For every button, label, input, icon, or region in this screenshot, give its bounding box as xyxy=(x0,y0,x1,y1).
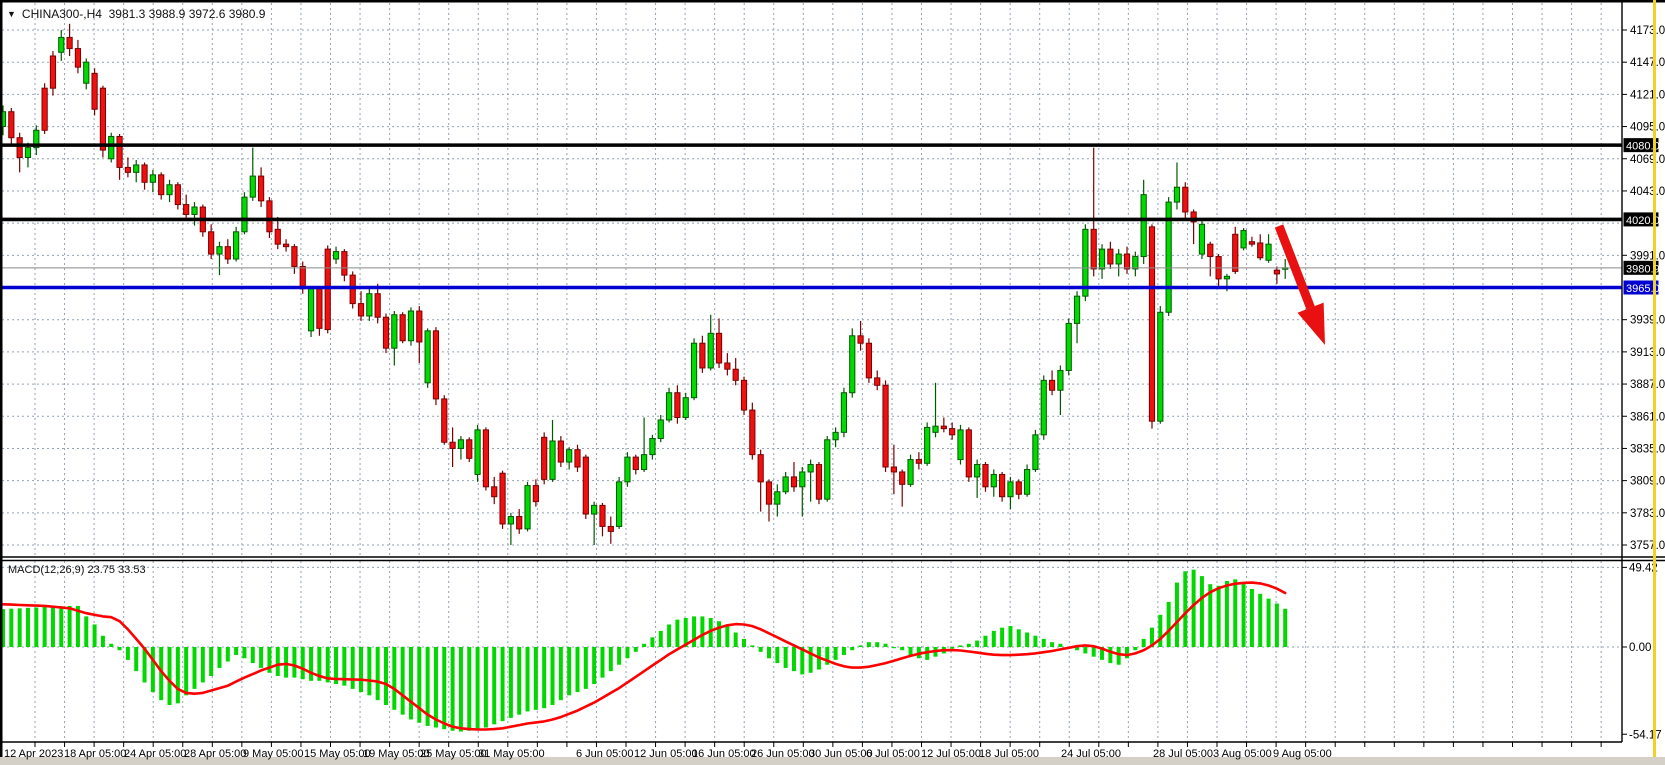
chart-canvas[interactable]: 4173.0 4147.0 4121.0 4095.0 4069.0 4043.0 3991… xyxy=(0,0,1665,765)
date-label: 28 Jul 05:00 xyxy=(1153,748,1213,760)
price-tick-label: 3939.0 xyxy=(1630,315,1665,327)
date-label: 30 Jun 05:00 xyxy=(809,748,873,760)
price-tick-label: 4069.0 xyxy=(1630,154,1665,166)
date-label: 24 Jul 05:00 xyxy=(1061,748,1121,760)
symbol-ohlc-text: CHINA300-,H4 3981.3 3988.9 3972.6 3980.9 xyxy=(22,7,266,21)
macd-tick-label: 0.00 xyxy=(1629,642,1651,654)
price-tick-label: 3913.0 xyxy=(1630,347,1665,359)
price-tick-label: 3757.0 xyxy=(1630,540,1665,552)
date-label: 31 May 05:00 xyxy=(478,748,545,760)
chart-window: 4173.0 4147.0 4121.0 4095.0 4069.0 4043.0 3991… xyxy=(0,0,1665,765)
date-label: 15 May 05:00 xyxy=(304,748,371,760)
date-label: 28 Apr 05:00 xyxy=(184,748,246,760)
date-label: 3 Aug 05:00 xyxy=(1213,748,1272,760)
price-tick-label: 3991.0 xyxy=(1630,250,1665,262)
date-label: 18 Apr 05:00 xyxy=(64,748,126,760)
price-tick-label: 3809.0 xyxy=(1630,476,1665,488)
date-label: 6 Jun 05:00 xyxy=(576,748,634,760)
date-label: 18 Jul 05:00 xyxy=(979,748,1039,760)
macd-indicator-label: MACD(12,26,9) 23.75 33.53 xyxy=(8,564,146,576)
yellow-edge-line xyxy=(1653,0,1656,757)
symbol-title: ▼ CHINA300-,H4 3981.3 3988.9 3972.6 3980.… xyxy=(7,7,265,21)
date-label: 6 Jul 05:00 xyxy=(866,748,920,760)
window-border-left xyxy=(0,0,3,758)
price-tick-label: 4121.0 xyxy=(1630,89,1665,101)
date-label: 9 May 05:00 xyxy=(243,748,304,760)
date-label: 24 Apr 05:00 xyxy=(124,748,186,760)
price-tick-label: 4147.0 xyxy=(1630,57,1665,69)
date-label: 26 Jun 05:00 xyxy=(751,748,815,760)
price-tick-label: 4173.0 xyxy=(1630,25,1665,37)
macd-tick-label: -54.17 xyxy=(1629,729,1662,741)
price-tick-label: 3887.0 xyxy=(1630,379,1665,391)
price-tick-label: 3835.0 xyxy=(1630,443,1665,455)
date-label: 25 May 05:00 xyxy=(420,748,487,760)
window-border-top xyxy=(0,0,1665,3)
symbol-dropdown-icon[interactable]: ▼ xyxy=(7,9,16,19)
price-tick-label: 4095.0 xyxy=(1630,122,1665,134)
price-tick-label: 4043.0 xyxy=(1630,186,1665,198)
date-label: 9 Aug 05:00 xyxy=(1273,748,1332,760)
date-label: 16 Jun 05:00 xyxy=(692,748,756,760)
date-label: 12 Apr 2023 xyxy=(4,748,63,760)
date-label: 12 Jun 05:00 xyxy=(634,748,698,760)
price-tick-label: 3861.0 xyxy=(1630,411,1665,423)
date-label: 12 Jul 05:00 xyxy=(921,748,981,760)
price-tick-label: 3783.0 xyxy=(1630,508,1665,520)
